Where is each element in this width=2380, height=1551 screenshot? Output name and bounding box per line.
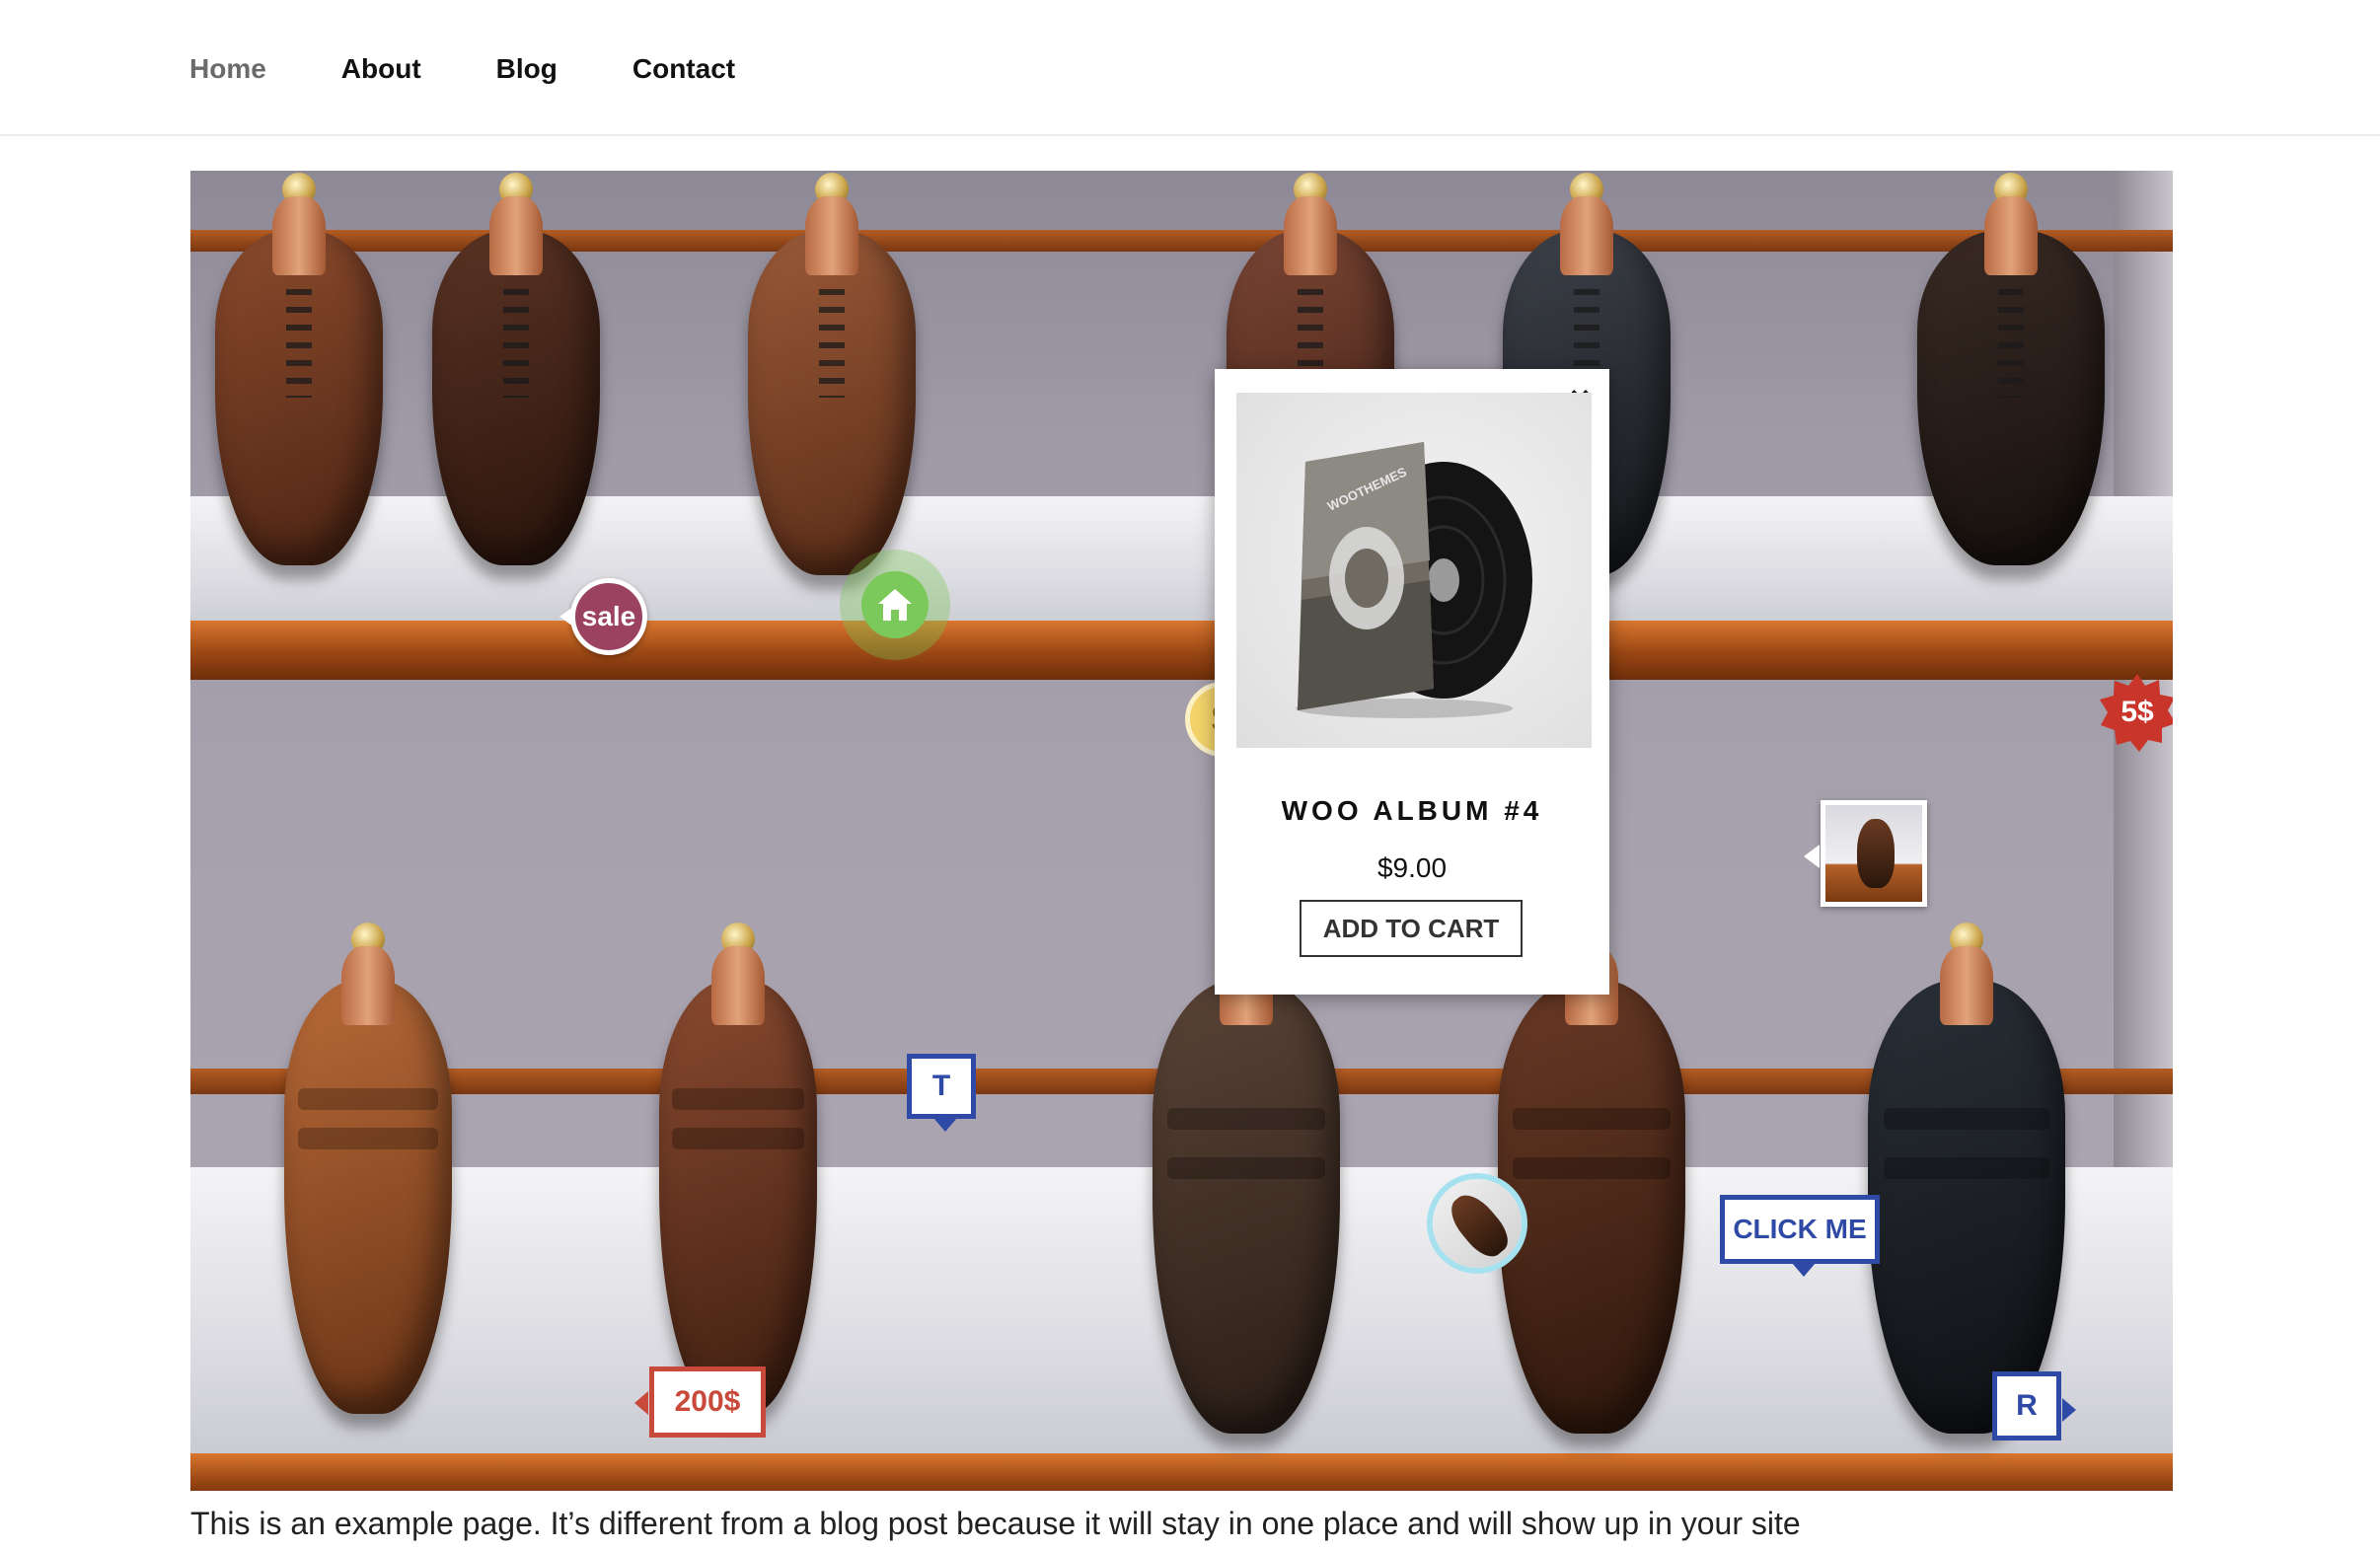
shoe bbox=[1153, 923, 1340, 1434]
hotspot-shoe-thumbnail[interactable] bbox=[1804, 800, 1927, 907]
shoe-tree bbox=[341, 946, 395, 1025]
nav-item-about[interactable]: About bbox=[341, 49, 421, 89]
page-paragraph: This is an example page. It’s different … bbox=[190, 1506, 1801, 1541]
shoe-strap bbox=[671, 1128, 805, 1149]
shoe-strap bbox=[1884, 1157, 2049, 1179]
home-icon bbox=[878, 589, 912, 621]
hotspot-r[interactable]: R bbox=[1992, 1371, 2076, 1440]
shoe-laces bbox=[503, 289, 529, 398]
shoe-tree bbox=[489, 196, 543, 275]
hotspot-shoe-image[interactable] bbox=[1427, 1173, 1527, 1274]
nav-item-home[interactable]: Home bbox=[189, 49, 266, 89]
shoe-strap bbox=[297, 1088, 439, 1110]
hotspot-home-inner bbox=[861, 571, 929, 638]
shoe-strap bbox=[297, 1128, 439, 1149]
shoe-strap bbox=[1167, 1108, 1325, 1130]
shoe bbox=[1498, 923, 1685, 1434]
shoe-strap bbox=[1167, 1157, 1325, 1179]
add-to-cart-button[interactable]: ADD TO CART bbox=[1300, 900, 1523, 957]
album-artwork: WOOTHEMES bbox=[1296, 442, 1532, 718]
hotspot-home[interactable] bbox=[840, 550, 950, 660]
shoe-tree bbox=[805, 196, 858, 275]
shoe-thumbnail-icon bbox=[1857, 819, 1895, 888]
site-header: Home About Blog Contact bbox=[0, 0, 2380, 136]
shoe-laces bbox=[1998, 289, 2024, 398]
shoe-strap bbox=[1513, 1108, 1671, 1130]
shoe-strap bbox=[1884, 1108, 2049, 1130]
shoe-tree bbox=[1560, 196, 1613, 275]
hotspot-sale[interactable]: sale bbox=[559, 578, 647, 655]
nav-item-contact[interactable]: Contact bbox=[632, 49, 735, 89]
shoe-tree bbox=[711, 946, 765, 1025]
shoe-strap bbox=[671, 1088, 805, 1110]
shoe bbox=[1917, 173, 2105, 565]
main-navigation: Home About Blog Contact bbox=[189, 49, 810, 89]
shoe bbox=[659, 923, 817, 1414]
shoe bbox=[1868, 923, 2065, 1434]
nav-item-blog[interactable]: Blog bbox=[496, 49, 558, 89]
product-popup: × WOOTHEMES WOO ALBUM #4 $9.00 ADD TO CA… bbox=[1215, 369, 1609, 995]
shoe bbox=[748, 173, 916, 575]
product-price: $9.00 bbox=[1376, 852, 1448, 883]
shoe-tree bbox=[1940, 946, 1993, 1025]
shoe-tree bbox=[1984, 196, 2038, 275]
hotspot-five-dollars[interactable]: 5$ bbox=[2097, 672, 2173, 753]
hotspot-200-dollars[interactable]: 200$ bbox=[634, 1366, 766, 1438]
shelf-rail-front bbox=[190, 1453, 2173, 1491]
shoe-strap bbox=[1513, 1157, 1671, 1179]
shoe-laces bbox=[819, 289, 845, 398]
product-title: WOO ALBUM #4 bbox=[1281, 795, 1543, 826]
shelf-rail-front bbox=[190, 621, 2173, 680]
product-image: WOOTHEMES bbox=[1236, 393, 1592, 748]
shoe-laces bbox=[286, 289, 312, 398]
shoe bbox=[215, 173, 383, 565]
shoe bbox=[284, 923, 452, 1414]
hotspot-t[interactable]: T bbox=[907, 1054, 976, 1132]
shoe bbox=[432, 173, 600, 565]
shoe-tree bbox=[1284, 196, 1337, 275]
hotspot-five-label: 5$ bbox=[2120, 696, 2154, 728]
hotspot-click-me[interactable]: CLICK ME bbox=[1720, 1195, 1880, 1277]
hero-image: sale $ 5$ T 200$ CLICK ME R bbox=[190, 171, 2173, 1491]
shoe-tree bbox=[272, 196, 326, 275]
